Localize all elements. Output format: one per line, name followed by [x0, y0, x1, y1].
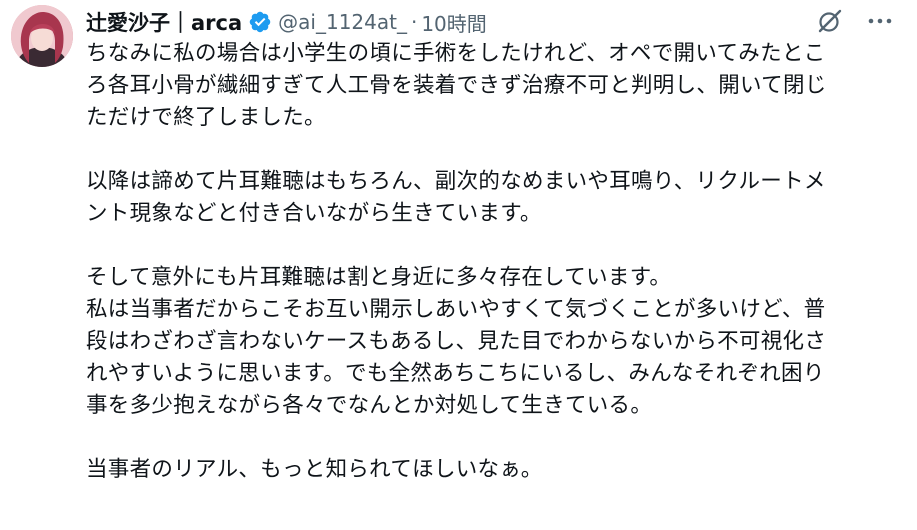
- avatar[interactable]: [11, 5, 73, 67]
- text-line: 私は当事者だからこそお互い開示しあいやすくて気づくことが多いけど、普: [86, 297, 826, 322]
- text-line: ちなみに私の場合は小学生の頃に手術をしたけれど、オペで開いてみたとこ: [86, 41, 826, 66]
- tweet: 辻愛沙子｜arca @ai_1124at_ · 10時間 ちなみに私の場合は小学…: [0, 0, 917, 530]
- text-line: ろ各耳小骨が繊細すぎて人工骨を装着できず治療不可と判明し、開いて閉じ: [86, 73, 827, 98]
- text-line: ント現象などと付き合いながら生きています。: [86, 201, 542, 226]
- avatar-image: [11, 5, 73, 67]
- text-line: 事を多少抱えながら各々でなんとか対処して生きている。: [86, 393, 653, 418]
- more-button[interactable]: [865, 6, 895, 36]
- verified-badge-icon: [249, 11, 271, 33]
- timestamp[interactable]: 10時間: [421, 8, 486, 37]
- text-line: 段はわざわざ言わないケースもあるし、見た目でわからないから不可視化さ: [86, 329, 827, 354]
- author-handle[interactable]: @ai_1124at_: [278, 10, 407, 34]
- text-line: 以降は諦めて片耳難聴はもちろん、副次的なめまいや耳鳴り、リクルートメ: [86, 169, 826, 194]
- text-line: 当事者のリアル、もっと知られてほしいなぁ。: [86, 457, 543, 482]
- grok-button[interactable]: [815, 6, 845, 36]
- more-icon: [868, 18, 892, 24]
- text-line: そして意外にも片耳難聴は割と身近に多々存在しています。: [86, 265, 672, 290]
- tweet-header: 辻愛沙子｜arca @ai_1124at_ · 10時間: [86, 6, 487, 38]
- text-line: れやすいように思います。でも全然あちこちにいるし、みんなそれぞれ困り: [86, 361, 825, 386]
- text-line: ただけで終了しました。: [86, 105, 326, 130]
- display-name[interactable]: 辻愛沙子｜arca: [86, 7, 242, 37]
- grok-icon: [818, 9, 842, 33]
- header-actions: [815, 6, 895, 36]
- separator-dot: ·: [410, 10, 418, 34]
- tweet-text: ちなみに私の場合は小学生の頃に手術をしたけれど、オペで開いてみたとこ ろ各耳小骨…: [86, 38, 898, 486]
